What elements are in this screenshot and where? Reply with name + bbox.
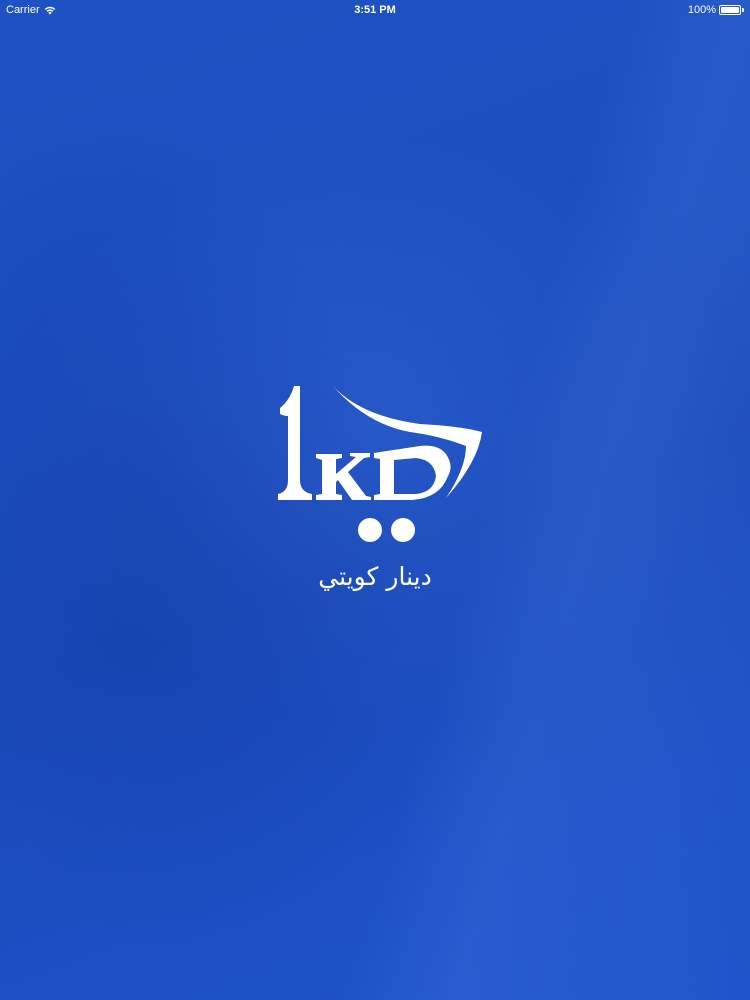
1kd-logo-icon: [278, 385, 482, 542]
battery-indicator: 100%: [688, 4, 744, 16]
logo-letter-k: [316, 453, 371, 500]
app-logo: [270, 380, 490, 550]
battery-tip: [742, 8, 744, 12]
battery-fill: [721, 7, 739, 13]
logo-dot-left: [358, 518, 382, 542]
logo-dot-right: [391, 518, 415, 542]
logo-letter-d: [374, 445, 451, 500]
battery-percent: 100%: [687, 4, 716, 16]
status-time: 3:51 PM: [354, 4, 396, 16]
logo-numeral-one: [278, 386, 312, 500]
logo-subtitle: دينار كويتي: [318, 562, 432, 591]
status-bar: Carrier 3:51 PM 100%: [0, 0, 750, 20]
battery-icon: [719, 5, 741, 15]
